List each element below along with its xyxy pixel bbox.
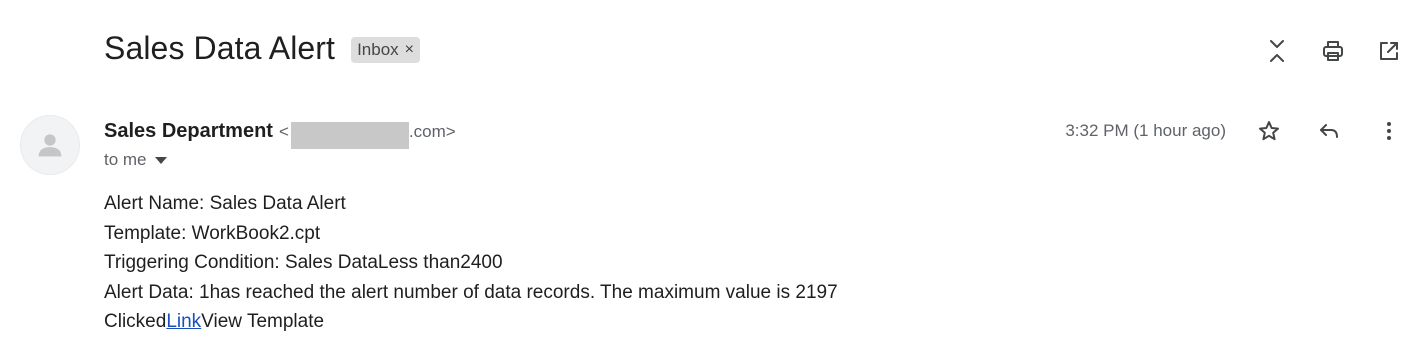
show-details-dropdown-icon[interactable] — [154, 156, 167, 164]
open-new-window-icon[interactable] — [1376, 38, 1402, 64]
inbox-label-chip[interactable]: Inbox × — [351, 36, 420, 63]
more-options-icon[interactable] — [1376, 118, 1402, 144]
remove-label-icon[interactable]: × — [405, 41, 414, 59]
view-template-link[interactable]: Link — [166, 311, 201, 332]
expand-collapse-icon[interactable] — [1264, 38, 1290, 64]
email-open-bracket: < — [278, 121, 289, 141]
email-domain: .com> — [408, 121, 456, 141]
label-text: Inbox — [357, 39, 399, 59]
subject-row: Sales Data Alert Inbox × — [104, 30, 420, 67]
redacted-email-block — [290, 122, 409, 149]
email-subject: Sales Data Alert — [104, 30, 336, 66]
body-line-condition: Triggering Condition: Sales DataLess tha… — [104, 252, 503, 273]
body-line-alert-data: Alert Data: 1has reached the alert numbe… — [104, 281, 838, 303]
print-icon[interactable] — [1320, 38, 1346, 64]
email-view: Sales Data Alert Inbox × Sales Departmen… — [0, 0, 1426, 362]
body-line-link: ClickedLinkView Template — [104, 307, 838, 337]
sender-line: Sales Department < .com> — [104, 118, 456, 149]
clicked-text: Clicked — [104, 311, 167, 332]
sender-email: < .com> — [278, 118, 456, 149]
message-body: Alert Name: Sales Data Alert Template: W… — [104, 189, 838, 337]
recipient-line: to me — [104, 150, 167, 170]
person-icon — [38, 134, 62, 157]
recipient-text: to me — [104, 150, 147, 169]
body-line-alert-name: Alert Name: Sales Data Alert — [104, 193, 346, 214]
body-line-template: Template: WorkBook2.cpt — [104, 222, 321, 244]
thread-actions — [1264, 38, 1402, 64]
message-meta: 3:32 PM (1 hour ago) — [1065, 118, 1402, 144]
star-icon[interactable] — [1256, 118, 1282, 144]
sender-name[interactable]: Sales Department — [104, 120, 273, 143]
message-timestamp: 3:32 PM (1 hour ago) — [1065, 121, 1226, 140]
reply-icon[interactable] — [1316, 118, 1342, 144]
view-template-text: View Template — [201, 311, 325, 332]
sender-avatar[interactable] — [20, 115, 80, 175]
